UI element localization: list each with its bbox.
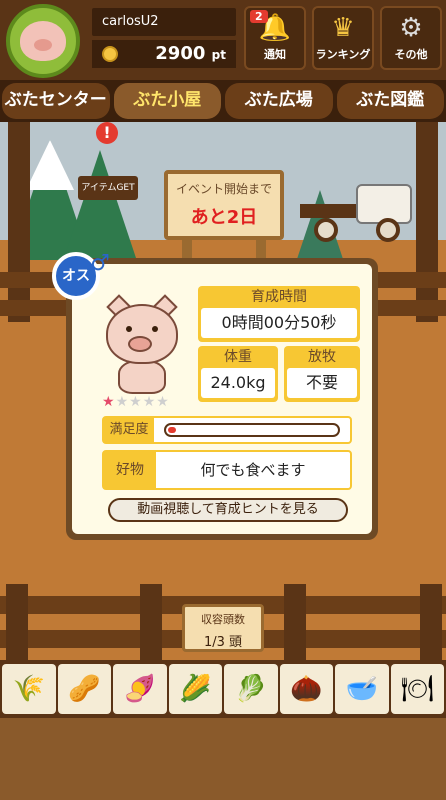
wheel-icon bbox=[376, 218, 400, 242]
acorn-icon: 🌰 bbox=[290, 674, 323, 704]
pig-body bbox=[118, 360, 166, 394]
tab-buta-center[interactable]: ぶたセンター bbox=[2, 83, 110, 119]
pig-face-icon bbox=[20, 21, 66, 61]
star-empty-icon: ★ bbox=[156, 394, 170, 410]
food-slot-vegetables[interactable]: 🥬 bbox=[224, 664, 278, 714]
male-gender-badge: オス ♂ bbox=[52, 251, 110, 300]
food-slot-meal-plate[interactable]: 🍽 bbox=[390, 664, 444, 714]
weight-value: 24.0kg bbox=[201, 368, 275, 398]
growth-time-value: 0時間00分50秒 bbox=[201, 308, 357, 338]
graze-value: 不要 bbox=[287, 368, 357, 398]
notification-button[interactable]: 2 🔔 通知 bbox=[244, 6, 306, 70]
weight-label: 体重 bbox=[224, 349, 252, 365]
main-tabs: ぶたセンター ぶた小屋 ぶた広場 ぶた図鑑 bbox=[0, 80, 446, 122]
food-slot-grain[interactable]: 🌾 bbox=[2, 664, 56, 714]
male-symbol-icon: ♂ bbox=[90, 251, 110, 276]
graze-box: 放牧 不要 bbox=[284, 346, 360, 402]
food-slot-corn[interactable]: 🌽 bbox=[168, 664, 222, 714]
username: carlosU2 bbox=[92, 8, 236, 36]
star-filled-icon: ★ bbox=[102, 394, 116, 410]
capacity-sign: 収容頭数 1/3 頭 bbox=[182, 604, 264, 652]
fence-post bbox=[284, 584, 306, 664]
event-sign-line1: イベント開始まで bbox=[175, 182, 272, 196]
weight-box: 体重 24.0kg bbox=[198, 346, 278, 402]
wheel-icon bbox=[314, 218, 338, 242]
pig-snout bbox=[128, 336, 152, 352]
pig-head bbox=[106, 304, 178, 364]
bean-bowl-icon: 🥣 bbox=[345, 674, 378, 704]
ranking-label: ランキング bbox=[315, 48, 371, 61]
settings-label: その他 bbox=[394, 48, 428, 61]
food-slot-mixed-grain[interactable]: 🥜 bbox=[57, 664, 111, 714]
pig-eye bbox=[126, 326, 132, 332]
ground-bottom bbox=[0, 718, 446, 800]
points-unit: pt bbox=[211, 48, 226, 62]
preference-value: 何でも食べます bbox=[200, 461, 306, 479]
satisfaction-label: 満足度 bbox=[104, 418, 154, 442]
sweet-potato-icon: 🍠 bbox=[123, 674, 156, 704]
pig-info-card-inner: ★★★★★ 育成時間 0時間00分50秒 体重 24.0kg 放牧 不要 満足度… bbox=[72, 264, 372, 534]
points-value: 2900 bbox=[155, 43, 206, 64]
corn-icon: 🌽 bbox=[179, 674, 212, 704]
star-empty-icon: ★ bbox=[115, 394, 130, 410]
gate-post-right bbox=[416, 122, 438, 322]
pig-character[interactable] bbox=[102, 294, 182, 394]
growth-time-box: 育成時間 0時間00分50秒 bbox=[198, 286, 360, 342]
header: carlosU2 2900 pt 2 🔔 通知 ♛ ランキング ⚙ その他 bbox=[0, 0, 446, 80]
gate-post-left bbox=[8, 122, 30, 322]
item-get-flag[interactable]: アイテムGET bbox=[78, 176, 138, 200]
notification-badge: 2 bbox=[250, 10, 268, 23]
gear-icon: ⚙ bbox=[399, 13, 423, 43]
gender-label: オス bbox=[62, 268, 90, 284]
points-display: 2900 pt bbox=[92, 40, 236, 68]
fence-post bbox=[6, 584, 28, 664]
pig-eye bbox=[152, 326, 158, 332]
food-slot-acorn[interactable]: 🌰 bbox=[279, 664, 333, 714]
star-empty-icon: ★ bbox=[142, 394, 157, 410]
event-sign[interactable]: イベント開始まで あと2日 bbox=[164, 170, 284, 240]
tab-buta-hiroba[interactable]: ぶた広場 bbox=[225, 83, 333, 119]
vegetables-icon: 🥬 bbox=[234, 674, 267, 704]
ranking-button[interactable]: ♛ ランキング bbox=[312, 6, 374, 70]
settings-button[interactable]: ⚙ その他 bbox=[380, 6, 442, 70]
food-slot-bean-bowl[interactable]: 🥣 bbox=[335, 664, 389, 714]
fence-post bbox=[140, 584, 162, 664]
preference-row: 好物 何でも食べます bbox=[102, 450, 352, 490]
grain-icon: 🌾 bbox=[12, 674, 45, 704]
star-empty-icon: ★ bbox=[129, 394, 143, 410]
food-bar: 🌾 🥜 🍠 🌽 🥬 🌰 🥣 🍽 bbox=[0, 660, 446, 718]
crown-icon: ♛ bbox=[331, 13, 355, 43]
player-avatar[interactable] bbox=[6, 4, 80, 78]
meal-plate-icon: 🍽 bbox=[400, 674, 434, 704]
truck-bed bbox=[300, 204, 360, 218]
truck-icon[interactable] bbox=[300, 180, 416, 244]
event-sign-line2: あと2日 bbox=[190, 207, 258, 228]
tab-buta-zukan[interactable]: ぶた図鑑 bbox=[336, 83, 444, 119]
satisfaction-bar bbox=[164, 423, 340, 437]
food-slot-sweet-potato[interactable]: 🍠 bbox=[113, 664, 167, 714]
notification-label: 通知 bbox=[264, 48, 286, 61]
watch-video-hint-button[interactable]: 動画視聴して育成ヒントを見る bbox=[108, 498, 348, 522]
fence-post bbox=[420, 584, 442, 664]
pig-info-card: ★★★★★ 育成時間 0時間00分50秒 体重 24.0kg 放牧 不要 満足度… bbox=[66, 258, 378, 540]
star-rating: ★★★★★ bbox=[102, 394, 170, 410]
satisfaction-meter: 満足度 bbox=[102, 416, 352, 444]
coin-icon bbox=[102, 46, 118, 62]
growth-time-label: 育成時間 bbox=[251, 289, 307, 305]
satisfaction-fill bbox=[168, 427, 176, 433]
alert-icon: ! bbox=[96, 122, 118, 144]
preference-label: 好物 bbox=[104, 452, 156, 488]
capacity-value: 1/3 頭 bbox=[203, 635, 243, 650]
mixed-grain-icon: 🥜 bbox=[68, 674, 101, 704]
graze-label: 放牧 bbox=[308, 349, 336, 365]
tab-buta-goya[interactable]: ぶた小屋 bbox=[113, 83, 221, 119]
capacity-label: 収容頭数 bbox=[201, 613, 245, 626]
